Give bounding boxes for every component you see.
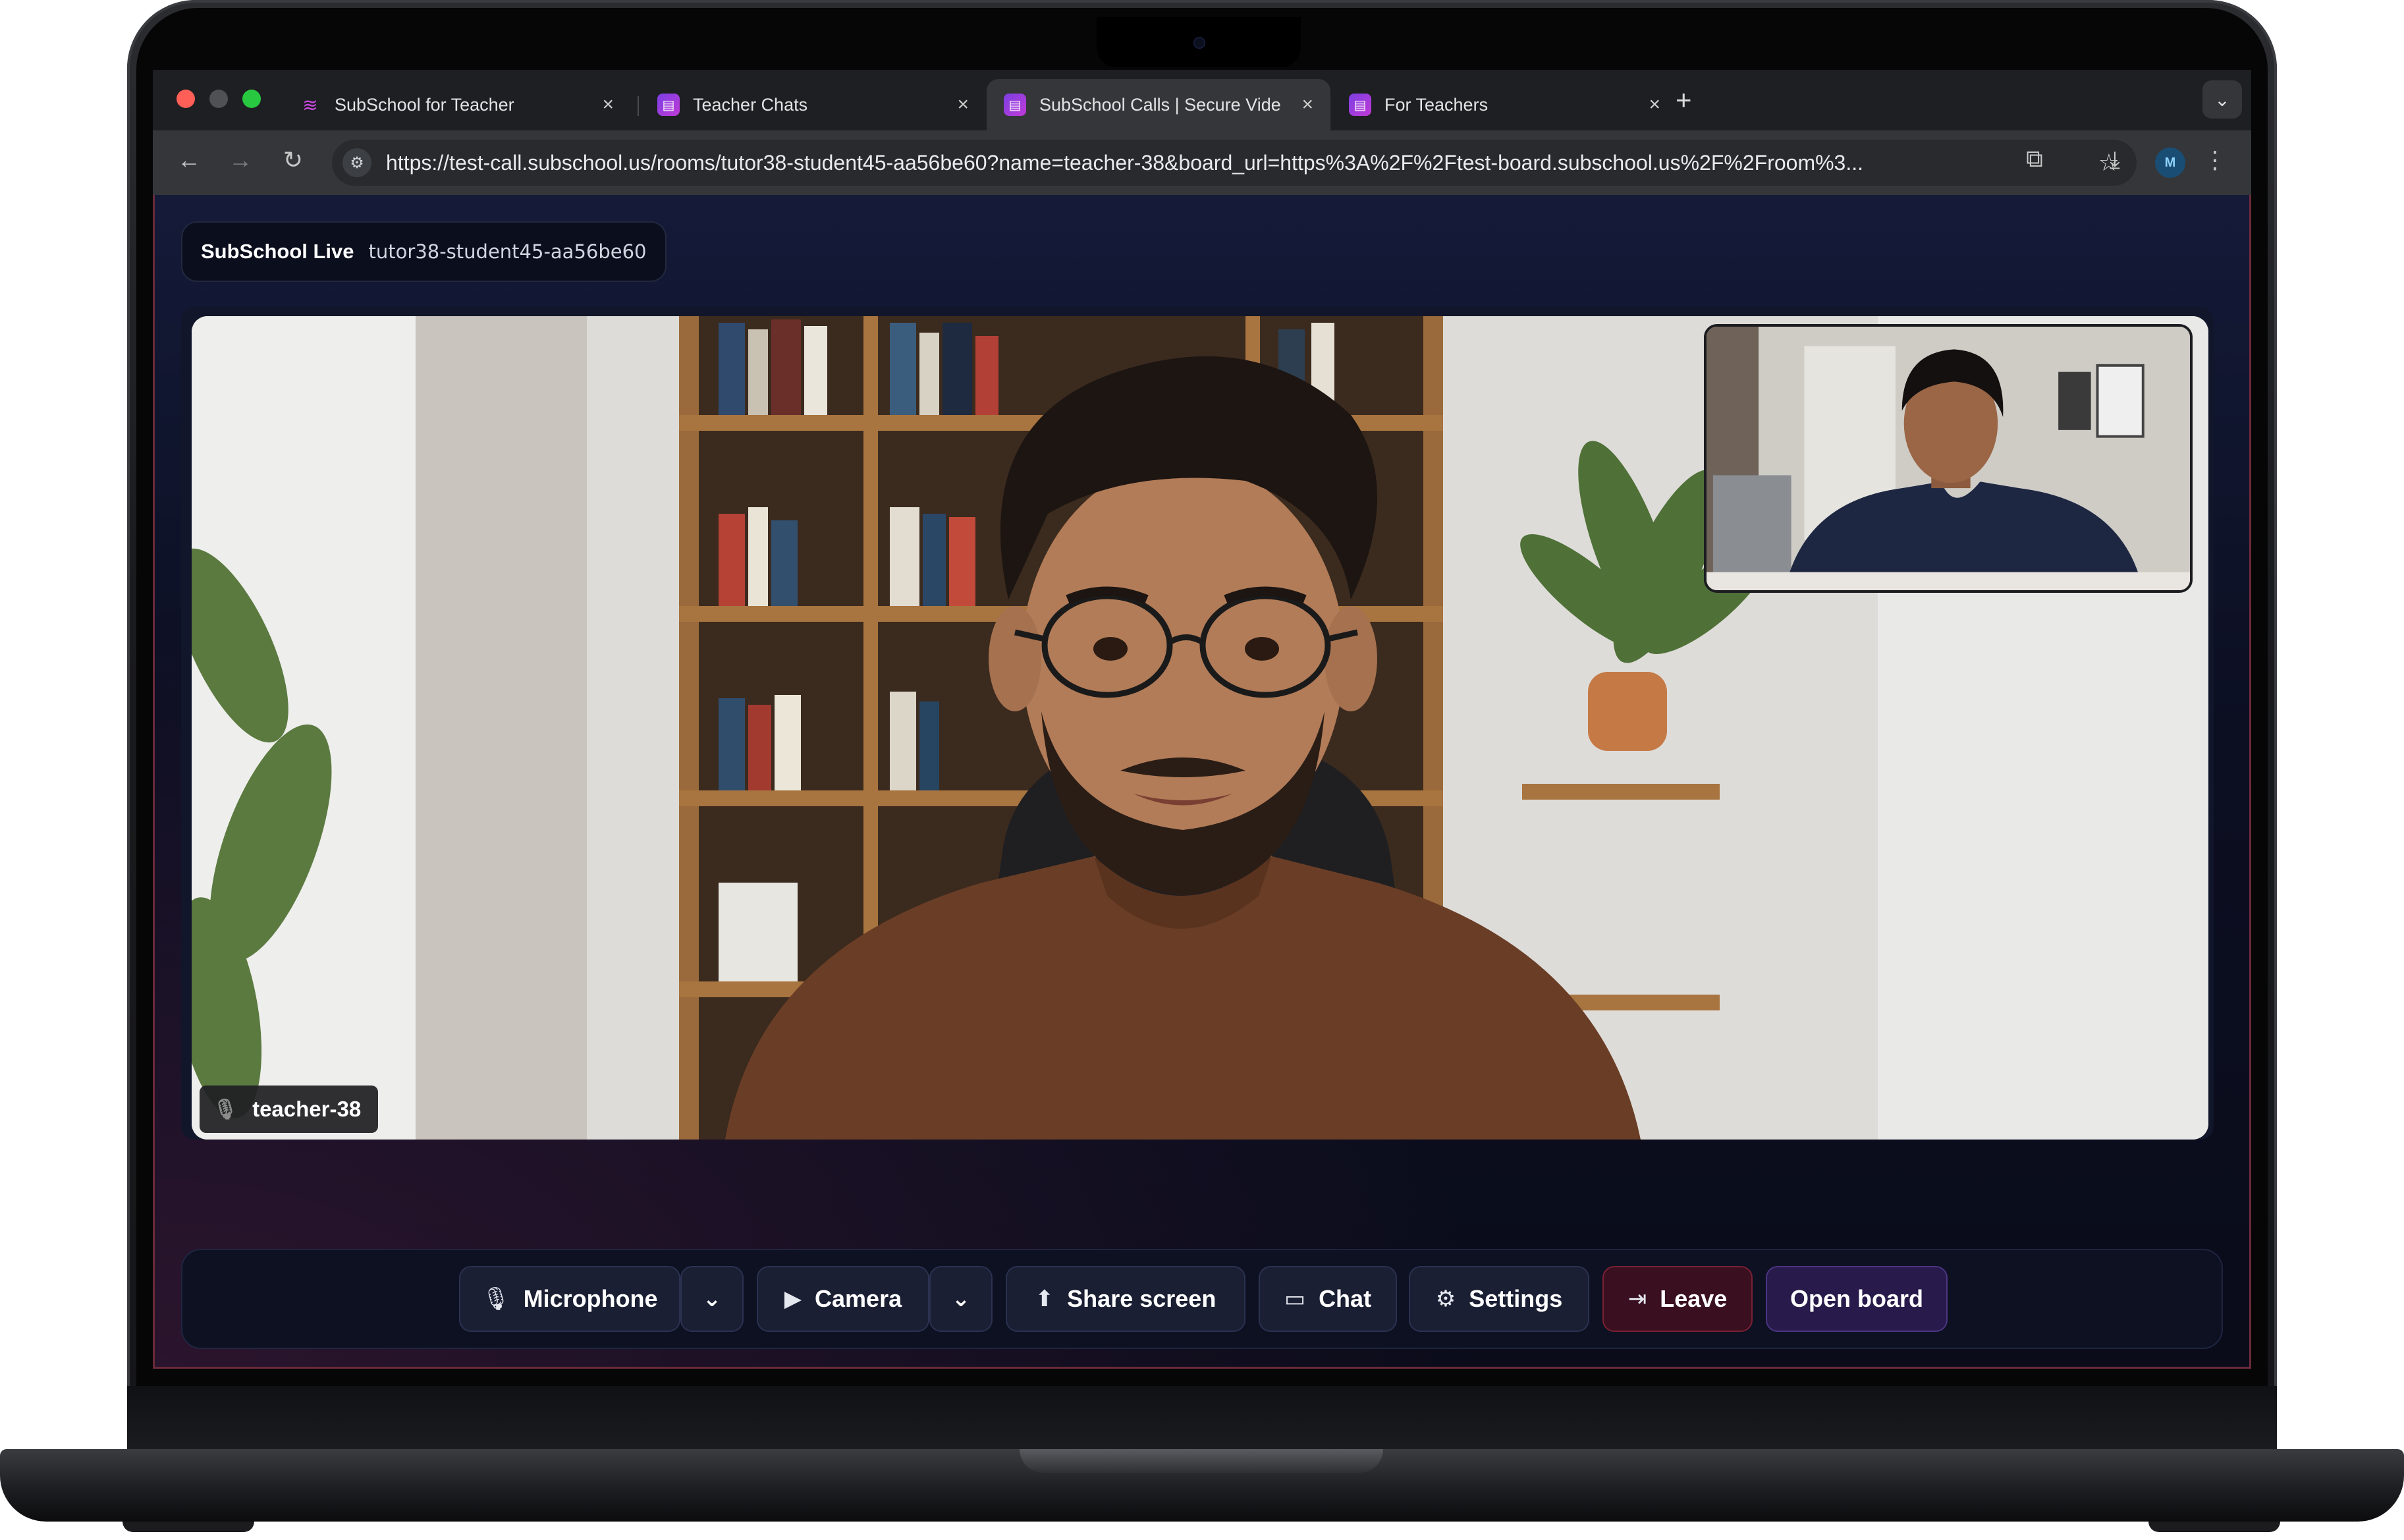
student-video-feed [1707, 327, 2190, 590]
window-close-button[interactable] [177, 90, 195, 108]
open-board-button[interactable]: Open board [1766, 1266, 1948, 1332]
microphone-label: Microphone [523, 1285, 658, 1312]
subschool-logo-icon: ≋ [302, 94, 318, 115]
gear-icon: ⚙ [1435, 1286, 1456, 1311]
laptop-foot-right [2148, 1522, 2280, 1532]
site-settings-icon[interactable]: ⚙ [342, 148, 371, 177]
participant-name: teacher-38 [252, 1097, 362, 1121]
webcam-lens [1193, 37, 1205, 49]
app-brand: SubSchool Live [201, 240, 354, 263]
reload-icon[interactable]: ↻ [277, 146, 310, 174]
microphone-options-chevron-icon[interactable]: ⌄ [680, 1266, 744, 1332]
microphone-muted-icon: 🎙 [481, 1286, 510, 1311]
leave-button[interactable]: ⇥ Leave [1602, 1266, 1753, 1332]
close-icon[interactable]: × [1649, 94, 1660, 116]
tab-title: For Teachers [1384, 94, 1489, 115]
camera-label: Camera [815, 1285, 902, 1312]
laptop-screen: ≋ SubSchool for Teacher × ▤ Teacher Chat… [153, 70, 2251, 1369]
browser-tab-strip: ≋ SubSchool for Teacher × ▤ Teacher Chat… [153, 70, 2251, 130]
browser-tab-2[interactable]: ▤ Teacher Chats × [640, 79, 986, 130]
participant-name-tag: 🎙 teacher-38 [200, 1086, 379, 1133]
video-stage: 🎙 teacher-38 [181, 307, 2214, 1140]
extension-badge-icon[interactable]: M [2155, 148, 2185, 178]
download-icon[interactable]: ⤓ [2098, 146, 2131, 175]
address-bar[interactable]: ⚙ https://test-call.subschool.us/rooms/t… [332, 140, 2137, 186]
settings-label: Settings [1469, 1285, 1563, 1312]
forward-arrow-icon[interactable]: → [224, 146, 257, 174]
subschool-logo-icon: ▤ [1004, 94, 1026, 116]
camera-button[interactable]: ▶ Camera [757, 1266, 929, 1332]
tab-separator [638, 96, 639, 116]
close-icon[interactable]: × [602, 94, 614, 116]
tab-search-chevron-icon[interactable]: ⌄ [2202, 80, 2242, 119]
chat-bubble-icon: ▭ [1284, 1286, 1306, 1311]
share-screen-label: Share screen [1067, 1285, 1216, 1312]
microphone-button[interactable]: 🎙 Microphone [459, 1266, 680, 1332]
exit-icon: ⇥ [1627, 1286, 1647, 1311]
url-text: https://test-call.subschool.us/rooms/tut… [386, 150, 1864, 175]
window-zoom-button[interactable] [242, 90, 261, 108]
laptop-opening-lip [1020, 1449, 1383, 1473]
call-page: SubSchool Live tutor38-student45-aa56be6… [153, 195, 2251, 1369]
room-header: SubSchool Live tutor38-student45-aa56be6… [181, 221, 667, 282]
self-view-video-tile[interactable] [1704, 324, 2193, 593]
leave-label: Leave [1660, 1285, 1728, 1312]
tab-title: SubSchool Calls | Secure Vide [1039, 94, 1281, 115]
share-screen-button[interactable]: ⬆ Share screen [1006, 1266, 1245, 1332]
subschool-logo-icon: ▤ [657, 94, 680, 116]
browser-toolbar: ← → ↻ ⚙ https://test-call.subschool.us/r… [153, 130, 2251, 195]
back-arrow-icon[interactable]: ← [173, 146, 205, 174]
browser-menu-icon[interactable]: ⋮ [2199, 146, 2231, 174]
laptop-foot-left [123, 1522, 254, 1532]
microphone-muted-icon: 🎙 [213, 1098, 238, 1120]
video-camera-icon: ▶ [784, 1286, 802, 1311]
subschool-logo-icon: ▤ [1349, 94, 1371, 116]
call-control-bar: 🎙 Microphone ⌄ ▶ Camera ⌄ ⬆ Share screen… [181, 1249, 2223, 1349]
tab-title: SubSchool for Teacher [335, 94, 514, 115]
camera-options-chevron-icon[interactable]: ⌄ [929, 1266, 993, 1332]
window-minimize-button[interactable] [209, 90, 228, 108]
close-icon[interactable]: × [1301, 94, 1313, 116]
browser-tab-3-active[interactable]: ▤ SubSchool Calls | Secure Vide × [987, 79, 1330, 130]
chat-button[interactable]: ▭ Chat [1259, 1266, 1397, 1332]
browser-tab-1[interactable]: ≋ SubSchool for Teacher × [282, 79, 631, 130]
settings-button[interactable]: ⚙ Settings [1409, 1266, 1589, 1332]
extensions-puzzle-icon[interactable]: ⧉ [2018, 145, 2051, 173]
share-screen-icon: ⬆ [1035, 1286, 1054, 1311]
chat-label: Chat [1319, 1285, 1372, 1312]
new-tab-button[interactable]: + [1676, 84, 1692, 116]
open-board-label: Open board [1789, 1285, 1923, 1312]
close-icon[interactable]: × [957, 94, 969, 116]
laptop-chin [127, 1386, 2277, 1452]
room-id: tutor38-student45-aa56be60 [368, 240, 647, 263]
browser-tab-4[interactable]: ▤ For Teachers × [1332, 79, 1678, 130]
tab-title: Teacher Chats [693, 94, 808, 115]
